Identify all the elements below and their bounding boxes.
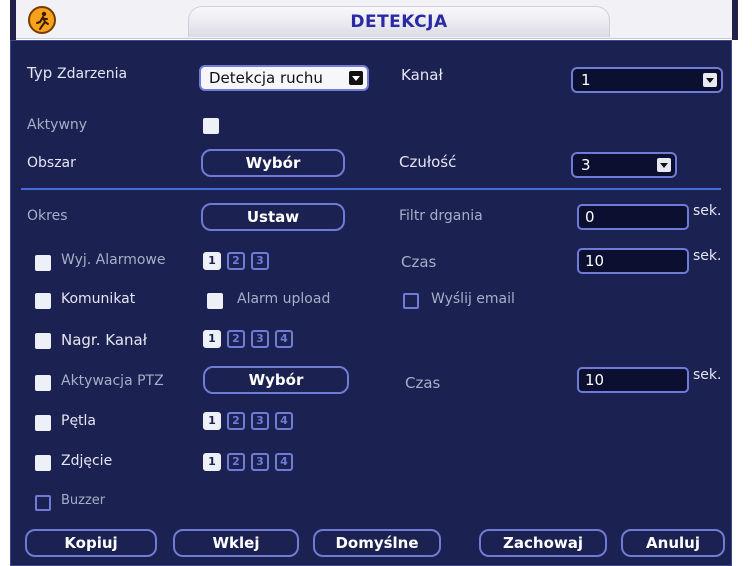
sensitivity-label: Czułość xyxy=(399,153,457,171)
record-channel-label: Nagr. Kanał xyxy=(61,331,147,349)
channel-value: 1 xyxy=(581,71,591,89)
frame-edge-right xyxy=(732,0,738,40)
area-select-button[interactable]: Wybór xyxy=(201,149,345,177)
window-title: DETEKCJA xyxy=(350,12,448,32)
copy-button[interactable]: Kopiuj xyxy=(25,529,157,557)
area-label: Obszar xyxy=(27,155,76,171)
alarm-out-channel-3[interactable]: 3 xyxy=(251,252,269,270)
chevron-down-icon xyxy=(657,158,671,172)
alarm-upload-label: Alarm upload xyxy=(237,291,331,307)
send-email-checkbox[interactable] xyxy=(403,293,419,309)
alarm-out-checkbox[interactable] xyxy=(35,255,51,271)
alarm-out-channel-1[interactable]: 1 xyxy=(203,252,221,270)
alarm-out-channel-2[interactable]: 2 xyxy=(227,252,245,270)
tour-checkbox[interactable] xyxy=(35,415,51,431)
message-checkbox[interactable] xyxy=(35,293,51,309)
record-channel-4[interactable]: 4 xyxy=(275,330,293,348)
snapshot-label: Zdjęcie xyxy=(61,453,113,469)
snapshot-channel-1[interactable]: 1 xyxy=(203,453,221,471)
debounce-label: Filtr drgania xyxy=(399,208,483,224)
period-set-button[interactable]: Ustaw xyxy=(201,203,345,231)
time-input[interactable]: 10 xyxy=(577,248,689,274)
cancel-button[interactable]: Anuluj xyxy=(621,529,725,557)
buzzer-label: Buzzer xyxy=(61,493,106,508)
ptz-checkbox[interactable] xyxy=(35,375,51,391)
frame-edge-left xyxy=(10,0,16,40)
send-email-label: Wyślij email xyxy=(431,291,515,307)
event-type-value: Detekcja ruchu xyxy=(209,69,323,87)
time-unit: sek. xyxy=(693,248,722,264)
ptz-select-button[interactable]: Wybór xyxy=(203,366,349,394)
message-label: Komunikat xyxy=(61,291,136,307)
channel-label: Kanał xyxy=(401,66,443,84)
snapshot-channel-4[interactable]: 4 xyxy=(275,453,293,471)
debounce-input[interactable]: 0 xyxy=(577,204,689,230)
chevron-down-icon xyxy=(703,73,717,87)
event-type-select[interactable]: Detekcja ruchu xyxy=(199,65,369,91)
chevron-down-icon xyxy=(349,71,363,85)
sensitivity-value: 3 xyxy=(581,156,591,174)
sensitivity-select[interactable]: 3 xyxy=(571,152,677,178)
alarm-out-label: Wyj. Alarmowe xyxy=(61,252,166,268)
section-divider xyxy=(21,188,721,190)
debounce-unit: sek. xyxy=(693,203,722,219)
event-type-label: Typ Zdarzenia xyxy=(27,64,128,82)
tour-channel-4[interactable]: 4 xyxy=(275,412,293,430)
record-channel-1[interactable]: 1 xyxy=(203,330,221,348)
tour-channel-3[interactable]: 3 xyxy=(251,412,269,430)
ptz-label: Aktywacja PTZ xyxy=(61,373,164,389)
period-label: Okres xyxy=(27,208,68,224)
running-man-icon xyxy=(28,6,56,34)
tour-label: Pętla xyxy=(61,413,97,429)
active-checkbox[interactable] xyxy=(203,118,219,134)
record-channel-3[interactable]: 3 xyxy=(251,330,269,348)
snapshot-channel-3[interactable]: 3 xyxy=(251,453,269,471)
record-channel-2[interactable]: 2 xyxy=(227,330,245,348)
default-button[interactable]: Domyślne xyxy=(313,529,441,557)
active-label: Aktywny xyxy=(27,117,88,133)
record-channel-checkbox[interactable] xyxy=(35,333,51,349)
save-button[interactable]: Zachowaj xyxy=(479,529,607,557)
channel-select[interactable]: 1 xyxy=(571,67,723,93)
tour-channel-2[interactable]: 2 xyxy=(227,412,245,430)
alarm-upload-checkbox[interactable] xyxy=(207,293,223,309)
tour-channel-1[interactable]: 1 xyxy=(203,412,221,430)
settings-panel: Typ Zdarzenia Detekcja ruchu Kanał 1 Akt… xyxy=(10,40,732,566)
paste-button[interactable]: Wklej xyxy=(173,529,299,557)
time-label: Czas xyxy=(401,253,437,271)
snapshot-checkbox[interactable] xyxy=(35,455,51,471)
ptz-time-label: Czas xyxy=(405,374,441,392)
ptz-time-input[interactable]: 10 xyxy=(577,367,689,393)
snapshot-channel-2[interactable]: 2 xyxy=(227,453,245,471)
ptz-time-unit: sek. xyxy=(693,367,722,383)
buzzer-checkbox[interactable] xyxy=(35,495,51,511)
title-bar: DETEKCJA xyxy=(10,0,732,39)
